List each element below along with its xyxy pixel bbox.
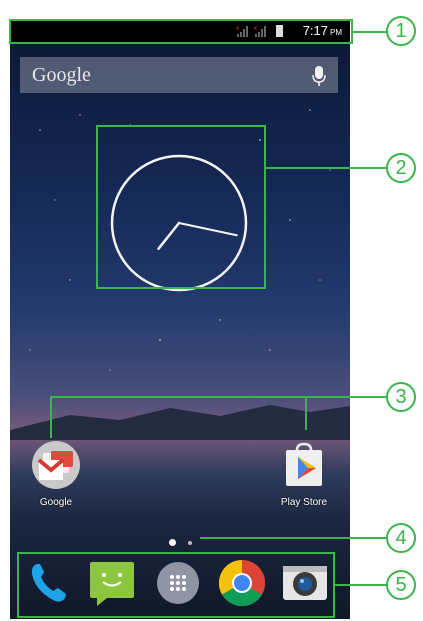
play-store-icon <box>286 442 322 486</box>
callout-number-1: 1 <box>386 16 416 46</box>
callout-number-2: 2 <box>386 153 416 183</box>
app-label-play-store: Play Store <box>280 497 328 508</box>
callout-number-3: 3 <box>386 382 416 412</box>
app-shortcut-play-store[interactable]: Play Store <box>274 440 334 508</box>
callout-leader-1 <box>353 31 387 33</box>
callout-frame-dock <box>17 552 335 618</box>
callout-leader-2 <box>266 167 386 169</box>
google-logo-text: Google <box>32 64 91 86</box>
page-dot <box>188 540 193 545</box>
callout-leader-3-horizontal <box>50 396 386 398</box>
app-shortcut-google[interactable]: Google <box>26 440 86 508</box>
page-indicator[interactable] <box>169 534 193 552</box>
gmail-folder-icon <box>32 441 80 489</box>
app-label-google: Google <box>39 497 73 508</box>
callout-leader-3-left <box>50 396 52 438</box>
google-search-bar[interactable]: Google <box>20 57 338 93</box>
callout-leader-3-right <box>305 396 307 430</box>
callout-number-5: 5 <box>386 570 416 600</box>
callout-frame-clock <box>96 125 266 289</box>
microphone-icon[interactable] <box>310 65 328 87</box>
phone-screen: x x 7:17 PM Google Google Play Store <box>10 20 350 619</box>
callout-number-4: 4 <box>386 523 416 553</box>
callout-leader-5 <box>335 584 386 586</box>
page-dot-current <box>169 539 176 547</box>
callout-frame-status-bar <box>9 19 353 44</box>
callout-leader-4 <box>200 537 386 539</box>
